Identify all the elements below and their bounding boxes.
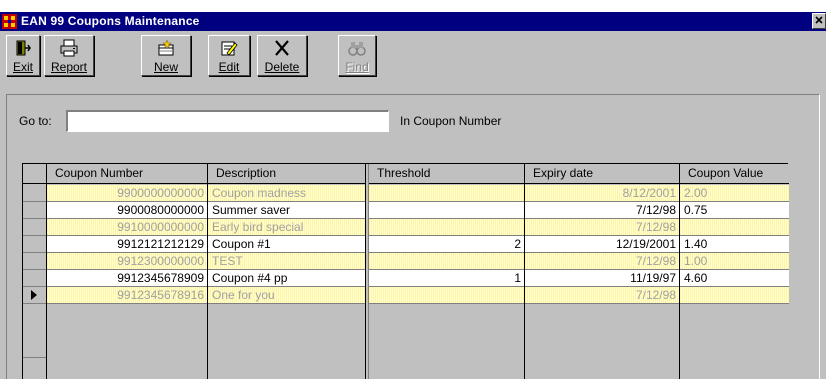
cell-coupon-value[interactable] xyxy=(680,287,789,304)
cell-expiry-date[interactable]: 7/12/98 xyxy=(525,287,679,304)
column-header-description[interactable]: Description xyxy=(208,164,366,184)
cell-coupon-value[interactable]: 1.40 xyxy=(680,236,789,253)
new-record-icon xyxy=(157,39,175,60)
close-icon xyxy=(815,16,823,24)
grid-line xyxy=(368,164,369,379)
cell-expiry-date[interactable]: 8/12/2001 xyxy=(525,185,679,202)
cell-coupon-number[interactable]: 9910000000000 xyxy=(47,219,207,236)
cell-threshold[interactable] xyxy=(369,202,524,219)
delete-label: Delete xyxy=(264,60,300,74)
coupons-grid: Coupon Number Description Threshold Expi… xyxy=(22,163,789,379)
cell-threshold[interactable] xyxy=(369,287,524,304)
grid-line xyxy=(46,164,47,379)
edit-label: Edit xyxy=(218,60,240,74)
exit-label: Exit xyxy=(12,60,33,74)
row-selector[interactable] xyxy=(23,185,46,202)
find-label: Find xyxy=(345,60,369,74)
cell-description[interactable]: Coupon madness xyxy=(208,185,365,202)
cell-coupon-value[interactable]: 1.00 xyxy=(680,253,789,270)
cell-description[interactable]: TEST xyxy=(208,253,365,270)
cell-threshold[interactable] xyxy=(369,185,524,202)
column-header-expiry-date[interactable]: Expiry date xyxy=(525,164,679,184)
edit-record-icon xyxy=(220,39,238,60)
cell-description[interactable]: Coupon #1 xyxy=(208,236,365,253)
row-selector[interactable] xyxy=(23,287,46,304)
table-row[interactable]: 9900000000000 Coupon madness 8/12/2001 2.00 xyxy=(23,185,789,202)
goto-field-hint: In Coupon Number xyxy=(400,114,502,128)
printer-icon xyxy=(60,39,78,60)
column-header-threshold[interactable]: Threshold xyxy=(369,164,524,184)
binoculars-icon xyxy=(348,39,366,60)
report-button[interactable]: Report xyxy=(44,35,94,76)
cell-expiry-date[interactable]: 7/12/98 xyxy=(525,202,679,219)
row-selector[interactable] xyxy=(23,236,46,253)
cell-threshold[interactable]: 2 xyxy=(369,236,524,253)
cell-coupon-number[interactable]: 9912121212129 xyxy=(47,236,207,253)
cell-coupon-value[interactable]: 0.75 xyxy=(680,202,789,219)
cell-coupon-value[interactable]: 4.60 xyxy=(680,270,789,287)
grid-line xyxy=(679,164,680,379)
find-button[interactable]: Find xyxy=(338,35,376,76)
cell-coupon-number[interactable]: 9900000000000 xyxy=(47,185,207,202)
delete-button[interactable]: Delete xyxy=(257,35,307,76)
current-row-pointer-icon xyxy=(31,290,37,300)
app-grid-icon xyxy=(2,14,17,29)
rowhead-divider xyxy=(23,357,46,358)
table-row[interactable]: 9912345678916 One for you 7/12/98 xyxy=(23,287,789,304)
title-bar: EAN 99 Coupons Maintenance xyxy=(0,12,826,31)
cell-description[interactable]: Early bird special xyxy=(208,219,365,236)
cell-expiry-date[interactable]: 7/12/98 xyxy=(525,219,679,236)
column-header-coupon-value[interactable]: Coupon Value xyxy=(680,164,789,184)
cell-description[interactable]: Coupon #4 pp xyxy=(208,270,365,287)
table-row[interactable]: 9912121212129 Coupon #1 2 12/19/2001 1.40 xyxy=(23,236,789,253)
exit-button[interactable]: Exit xyxy=(6,35,40,76)
report-label: Report xyxy=(50,60,88,74)
cell-coupon-number[interactable]: 9912345678916 xyxy=(47,287,207,304)
cell-coupon-number[interactable]: 9900080000000 xyxy=(47,202,207,219)
cell-threshold[interactable] xyxy=(369,253,524,270)
grid-line xyxy=(207,164,208,379)
cell-coupon-number[interactable]: 9912300000000 xyxy=(47,253,207,270)
cell-coupon-number[interactable]: 9912345678909 xyxy=(47,270,207,287)
delete-x-icon xyxy=(273,39,291,60)
header-corner xyxy=(23,164,46,184)
row-selector[interactable] xyxy=(23,270,46,287)
row-selector[interactable] xyxy=(23,219,46,236)
cell-expiry-date[interactable]: 12/19/2001 xyxy=(525,236,679,253)
table-row[interactable]: 9912300000000 TEST 7/12/98 1.00 xyxy=(23,253,789,270)
cell-threshold[interactable] xyxy=(369,219,524,236)
goto-input[interactable] xyxy=(66,110,389,132)
new-label: New xyxy=(153,60,178,74)
close-button[interactable] xyxy=(812,13,826,29)
row-selector[interactable] xyxy=(23,253,46,270)
grid-line xyxy=(524,164,525,379)
grid-line xyxy=(365,164,366,379)
table-row[interactable]: 9912345678909 Coupon #4 pp 1 11/19/97 4.60 xyxy=(23,270,789,287)
toolbar: Exit Report New Edit Delete Find xyxy=(0,31,826,79)
cell-threshold[interactable]: 1 xyxy=(369,270,524,287)
cell-description[interactable]: Summer saver xyxy=(208,202,365,219)
table-row[interactable]: 9910000000000 Early bird special 7/12/98 xyxy=(23,219,789,236)
new-button[interactable]: New xyxy=(141,35,191,76)
cell-expiry-date[interactable]: 7/12/98 xyxy=(525,253,679,270)
cell-coupon-value[interactable] xyxy=(680,219,789,236)
row-selector[interactable] xyxy=(23,202,46,219)
cell-description[interactable]: One for you xyxy=(208,287,365,304)
exit-door-icon xyxy=(14,39,32,60)
table-row[interactable]: 9900080000000 Summer saver 7/12/98 0.75 xyxy=(23,202,789,219)
cell-expiry-date[interactable]: 11/19/97 xyxy=(525,270,679,287)
column-header-coupon-number[interactable]: Coupon Number xyxy=(47,164,230,184)
edit-button[interactable]: Edit xyxy=(208,35,250,76)
cell-coupon-value[interactable]: 2.00 xyxy=(680,185,789,202)
goto-label: Go to: xyxy=(19,114,52,128)
window-title: EAN 99 Coupons Maintenance xyxy=(21,14,200,28)
